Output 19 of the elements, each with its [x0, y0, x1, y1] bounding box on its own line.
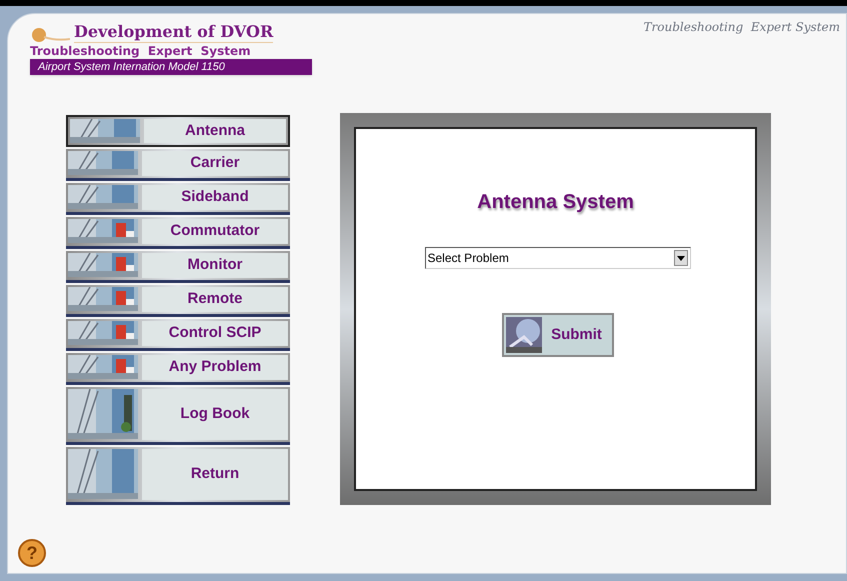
menu-button[interactable]: Control SCIP [66, 319, 290, 351]
menu-button[interactable]: Commutator [66, 217, 290, 249]
panel-title: Antenna System [477, 190, 634, 215]
menu-button[interactable]: Antenna [66, 115, 290, 147]
menu-button[interactable]: Remote [66, 285, 290, 317]
submit-button[interactable]: Submit [502, 313, 614, 357]
app-subtitle: Troubleshooting Expert System [30, 43, 251, 59]
app-title: Development of DVOR [74, 22, 274, 43]
help-button[interactable]: ? [18, 539, 46, 567]
menu-button[interactable]: Sideband [66, 183, 290, 215]
app-header-title: Troubleshooting Expert System [644, 19, 841, 36]
model-banner: Airport System Internation Model 1150 [30, 59, 312, 75]
menu-button[interactable]: Any Problem [66, 353, 290, 385]
menu-button[interactable]: Carrier [66, 149, 290, 181]
menu-button[interactable]: Log Book [66, 387, 290, 445]
swoosh-icon [30, 25, 70, 43]
problem-dropdown[interactable]: Select Problem [424, 247, 690, 269]
menu-button[interactable]: Return [66, 447, 290, 505]
menu-button[interactable]: Monitor [66, 251, 290, 283]
